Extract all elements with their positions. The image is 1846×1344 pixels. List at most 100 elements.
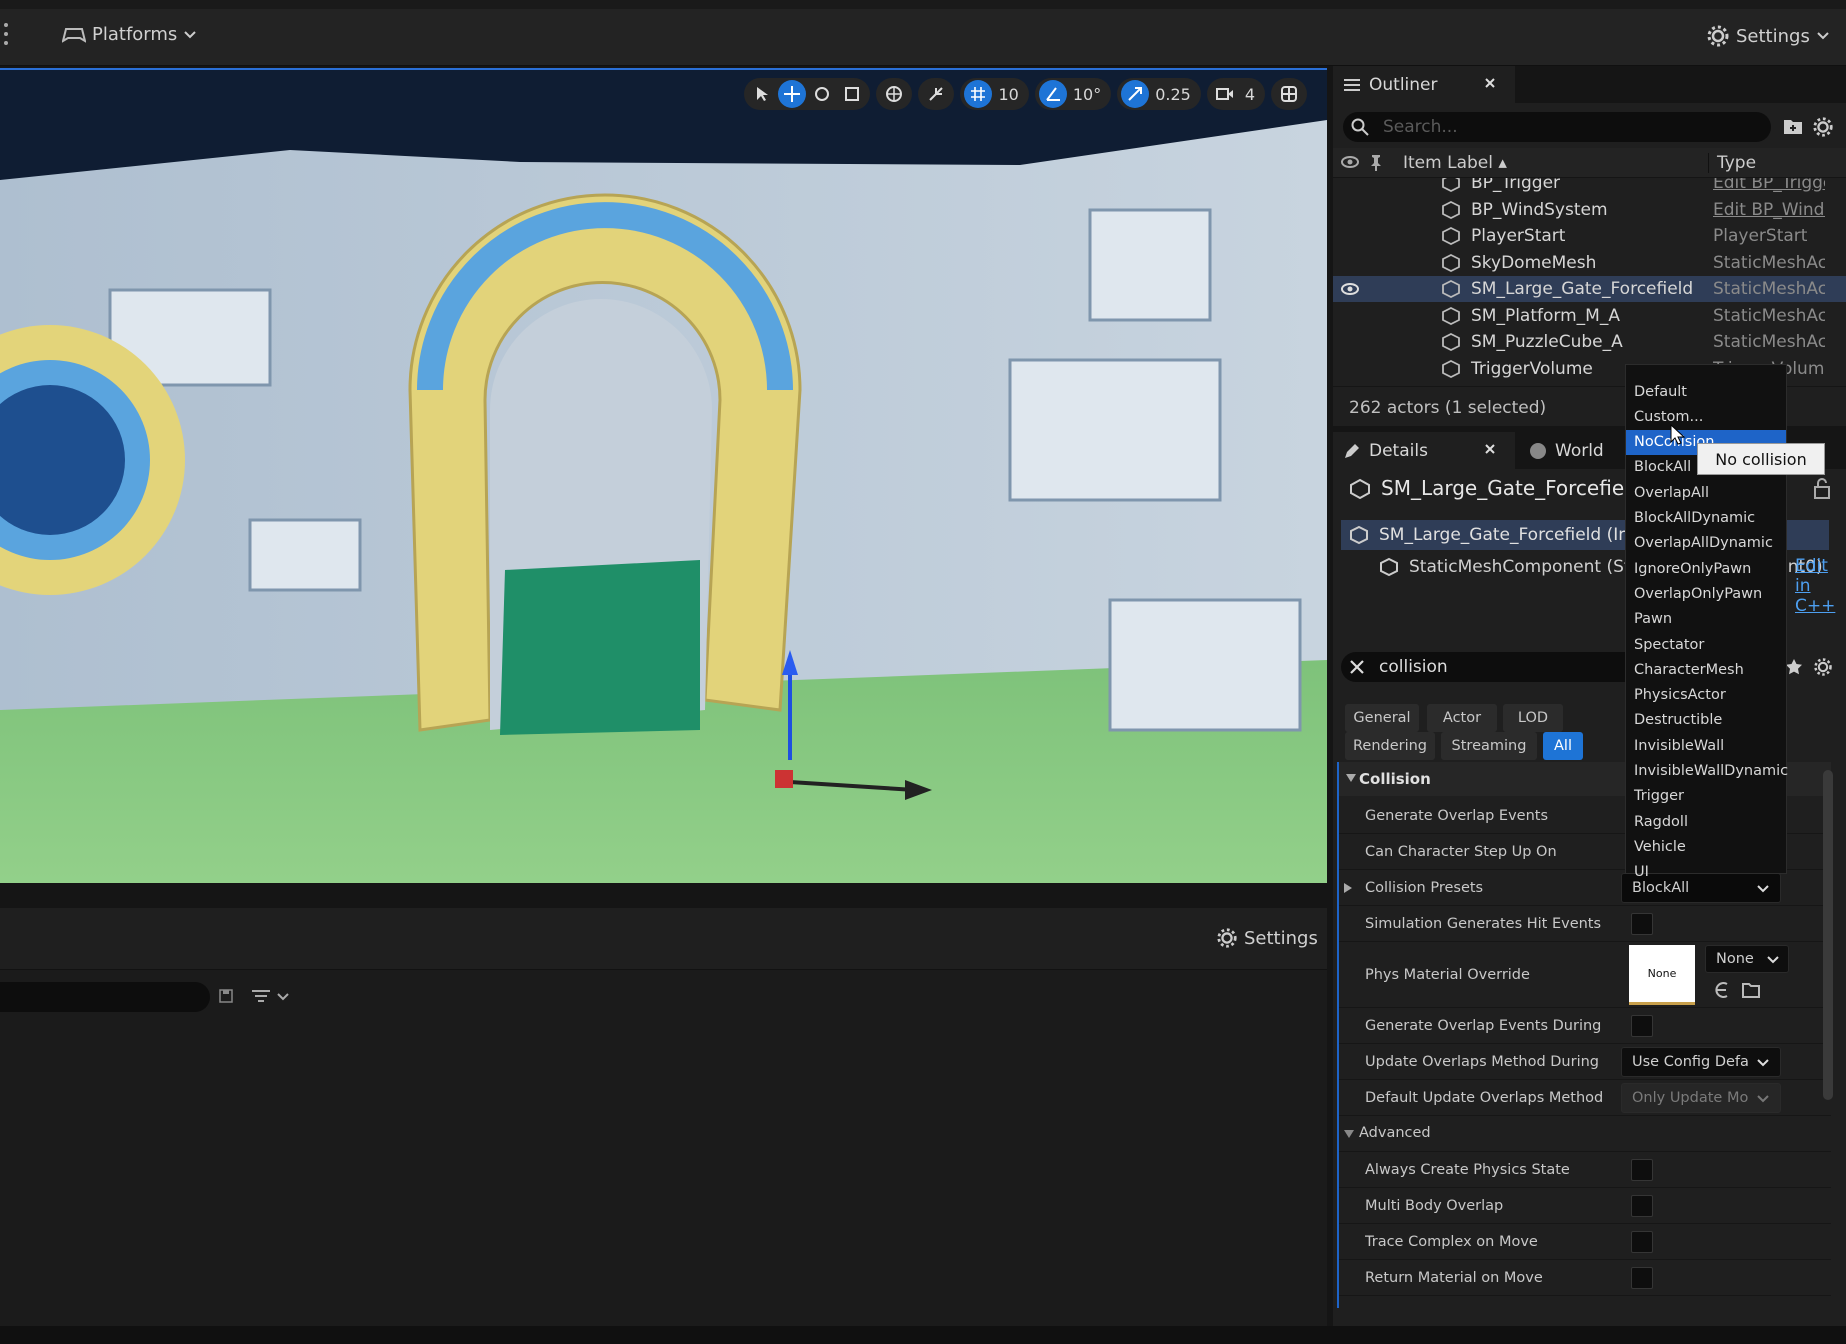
outliner-row[interactable]: PlayerStart PlayerStart	[1333, 223, 1846, 249]
phys-material-thumbnail[interactable]: None	[1629, 945, 1695, 1005]
preset-option[interactable]: PhysicsActor	[1626, 683, 1786, 708]
bottom-search-input[interactable]	[0, 982, 210, 1012]
sim-hit-checkbox[interactable]	[1631, 912, 1653, 935]
return-material-checkbox[interactable]	[1631, 1266, 1653, 1289]
rotate-tool-icon[interactable]	[808, 80, 836, 108]
favorite-star-icon[interactable]	[1785, 658, 1803, 676]
outliner-row-type[interactable]: Edit BP_WindS	[1713, 200, 1825, 220]
tab-world-settings[interactable]: World	[1519, 432, 1639, 469]
preset-option[interactable]: IgnoreOnlyPawn	[1626, 556, 1786, 581]
scale-snap-group[interactable]: 0.25	[1117, 78, 1201, 110]
surface-snap-toggle[interactable]	[918, 78, 955, 110]
use-selected-icon[interactable]	[1711, 980, 1731, 1000]
preset-option[interactable]: OverlapOnlyPawn	[1626, 581, 1786, 606]
outliner-row[interactable]: SkyDomeMesh StaticMeshAct	[1333, 250, 1846, 276]
details-actor-name[interactable]: SM_Large_Gate_Forcefield	[1381, 476, 1631, 500]
angle-snap-value[interactable]: 10°	[1069, 85, 1107, 104]
close-icon[interactable]	[1483, 442, 1497, 456]
phys-material-dropdown[interactable]: None	[1705, 945, 1789, 973]
visibility-eye-icon[interactable]	[1341, 154, 1359, 170]
pin-icon[interactable]	[1369, 153, 1383, 171]
angle-snap-icon[interactable]	[1038, 80, 1067, 108]
outliner-row-type[interactable]: Edit BP_Trigge	[1713, 178, 1825, 193]
camera-speed-group[interactable]: 4	[1206, 78, 1265, 110]
outliner-row[interactable]: BP_WindSystem Edit BP_WindS	[1333, 197, 1846, 223]
col-item-label[interactable]: Item Label ▴	[1403, 153, 1507, 173]
lock-icon[interactable]	[1813, 478, 1831, 500]
preset-option[interactable]: InvisibleWall	[1626, 733, 1786, 758]
layout-toggle[interactable]	[1271, 78, 1307, 110]
preset-option[interactable]: Pawn	[1626, 607, 1786, 632]
outliner-search-input[interactable]: Search...	[1343, 112, 1771, 142]
filter-general[interactable]: General	[1345, 704, 1419, 732]
save-icon[interactable]	[218, 988, 234, 1004]
filter-icon[interactable]	[250, 988, 292, 1004]
visibility-eye-icon[interactable]	[1341, 282, 1359, 296]
preset-option[interactable]: Ragdoll	[1626, 809, 1786, 834]
add-folder-icon[interactable]	[1782, 116, 1804, 136]
grid-snap-value[interactable]: 10	[994, 85, 1024, 104]
tab-details-label: Details	[1369, 440, 1428, 461]
preset-option[interactable]: Vehicle	[1626, 834, 1786, 859]
grid-snap-group[interactable]: 10	[960, 78, 1029, 110]
filter-rendering[interactable]: Rendering	[1345, 732, 1435, 760]
bottom-settings-button[interactable]: Settings	[1216, 927, 1318, 949]
outliner-row[interactable]: SM_PuzzleCube_A StaticMeshAct	[1333, 329, 1846, 355]
trace-complex-checkbox[interactable]	[1631, 1230, 1653, 1253]
viewport-layout-icon[interactable]	[1275, 80, 1303, 108]
multi-body-checkbox[interactable]	[1631, 1194, 1653, 1217]
scene-render[interactable]	[0, 70, 1327, 883]
scale-snap-value[interactable]: 0.25	[1151, 85, 1197, 104]
preset-option[interactable]: CharacterMesh	[1626, 657, 1786, 682]
translate-tool-icon[interactable]	[778, 80, 807, 108]
gen-overlap-level-checkbox[interactable]	[1631, 1014, 1653, 1037]
filter-lod[interactable]: LOD	[1503, 704, 1563, 732]
level-viewport[interactable]: 10 10° 0.25 4	[0, 68, 1327, 883]
grid-snap-icon[interactable]	[964, 80, 993, 108]
preset-option[interactable]: Destructible	[1626, 708, 1786, 733]
details-scrollbar[interactable]	[1823, 770, 1833, 1100]
always-physics-checkbox[interactable]	[1631, 1158, 1653, 1181]
tab-details[interactable]: Details	[1333, 432, 1515, 469]
camera-speed-value[interactable]: 4	[1241, 85, 1261, 104]
preset-option[interactable]: UI	[1626, 860, 1786, 885]
close-icon[interactable]	[1483, 76, 1497, 90]
select-tool-icon[interactable]	[748, 80, 776, 108]
prop-trace-complex: Trace Complex on Move	[1337, 1224, 1831, 1260]
outliner-row[interactable]: SM_Large_Gate_Forcefield StaticMeshAct	[1333, 276, 1846, 302]
gear-icon[interactable]	[1812, 116, 1834, 138]
clear-search-icon[interactable]	[1349, 659, 1365, 675]
col-type[interactable]: Type	[1708, 153, 1756, 173]
browse-folder-icon[interactable]	[1741, 980, 1761, 1000]
section-advanced-header[interactable]: Advanced	[1337, 1116, 1831, 1152]
preset-option[interactable]: OverlapAll	[1626, 480, 1786, 505]
update-overlaps-dropdown[interactable]: Use Config Default	[1621, 1047, 1781, 1077]
surface-snap-icon[interactable]	[922, 80, 950, 108]
globe-icon[interactable]	[880, 80, 908, 108]
preset-option[interactable]: OverlapAllDynamic	[1626, 531, 1786, 556]
world-local-toggle[interactable]	[876, 78, 913, 110]
preset-option[interactable]: Default	[1626, 379, 1786, 404]
outliner-row[interactable]: SM_Platform_M_A StaticMeshAct	[1333, 303, 1846, 329]
prop-label: Collision Presets	[1365, 879, 1484, 896]
settings-button[interactable]: Settings	[1706, 24, 1830, 48]
menu-dots-icon[interactable]	[3, 22, 9, 46]
camera-icon[interactable]	[1211, 80, 1239, 108]
filter-streaming[interactable]: Streaming	[1441, 732, 1537, 760]
preset-option[interactable]: InvisibleWallDynamic	[1626, 759, 1788, 784]
filter-all[interactable]: All	[1543, 732, 1583, 760]
preset-option[interactable]: Trigger	[1626, 784, 1786, 809]
chevron-right-icon[interactable]	[1343, 882, 1353, 894]
preset-option[interactable]: Spectator	[1626, 632, 1786, 657]
scale-snap-icon[interactable]	[1121, 80, 1150, 108]
gear-icon[interactable]	[1813, 657, 1833, 677]
tab-outliner[interactable]: Outliner	[1333, 66, 1515, 103]
scale-tool-icon[interactable]	[838, 80, 866, 108]
outliner-row[interactable]: BP_Trigger Edit BP_Trigge	[1333, 178, 1846, 196]
preset-option[interactable]: Custom...	[1626, 404, 1786, 429]
preset-option[interactable]: BlockAllDynamic	[1626, 506, 1786, 531]
edit-in-cpp-link[interactable]: Edit in C++	[1795, 556, 1846, 616]
platforms-button[interactable]: Platforms	[62, 24, 197, 45]
angle-snap-group[interactable]: 10°	[1034, 78, 1112, 110]
filter-actor[interactable]: Actor	[1427, 704, 1497, 732]
